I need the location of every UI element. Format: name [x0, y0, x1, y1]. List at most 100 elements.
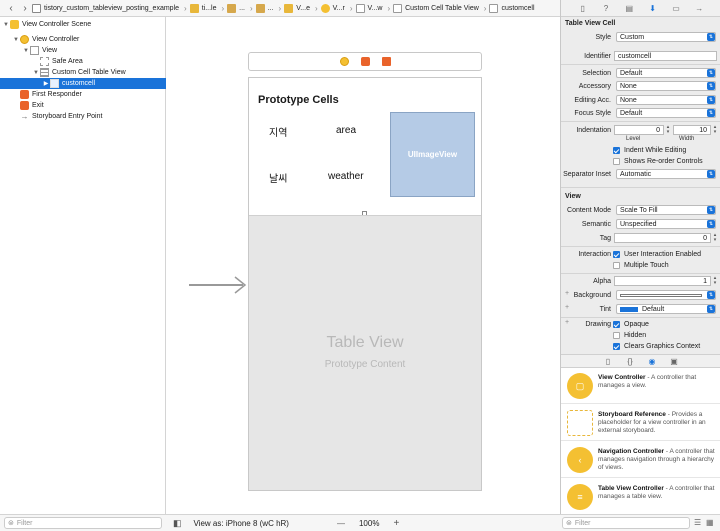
quick-help-icon[interactable]: ?	[601, 3, 611, 13]
plus-icon[interactable]: +	[565, 319, 569, 326]
jumpbar-item-scene[interactable]: V...e	[284, 3, 310, 13]
storyboard-canvas[interactable]: Prototype Cells 지역 area 날씨 weather UIIma…	[167, 17, 559, 514]
zoom-out-button[interactable]: —	[337, 519, 345, 528]
identity-inspector-icon[interactable]: ▤	[624, 3, 634, 13]
disclosure-triangle-icon[interactable]: ▼	[22, 48, 30, 54]
indent-while-editing-checkbox[interactable]: Indent While Editing	[613, 145, 713, 156]
tag-field[interactable]: 0	[614, 233, 711, 243]
scene-icon	[10, 20, 19, 29]
region-label-en[interactable]: area	[336, 125, 356, 136]
jumpbar-item-view-controller[interactable]: V...r	[320, 3, 345, 13]
tint-popup[interactable]: Default ⇅	[616, 304, 716, 314]
jumpbar-item-storyboard-base[interactable]: ...	[255, 3, 274, 13]
safe-area-icon	[40, 57, 49, 66]
width-stepper[interactable]: ▴ ▾	[712, 125, 718, 135]
editing-acc-label: Editing Acc.	[574, 97, 611, 104]
weather-label-ko[interactable]: 날씨	[269, 170, 287, 185]
hidden-checkbox[interactable]: Hidden	[613, 330, 713, 341]
grid-view-icon[interactable]: ▦	[706, 518, 714, 527]
background-color-popup[interactable]: ⇅	[616, 290, 716, 300]
disclosure-triangle-icon[interactable]: ▶	[42, 80, 50, 87]
opaque-checkbox[interactable]: Opaque	[613, 319, 713, 330]
jumpbar-item-view[interactable]: V...w	[355, 3, 382, 13]
object-library-icon[interactable]: ◉	[647, 356, 657, 366]
image-view[interactable]: UIImageView	[390, 112, 475, 197]
user-interaction-checkbox[interactable]: User Interaction Enabled	[613, 249, 713, 260]
jumpbar-item-folder[interactable]: ti...le	[189, 3, 217, 13]
outline-row-entry-point[interactable]: → Storyboard Entry Point	[0, 111, 166, 122]
plus-icon[interactable]: +	[565, 290, 569, 297]
content-mode-popup[interactable]: Scale To Fill ⇅	[616, 205, 716, 215]
table-view-area[interactable]: Table View Prototype Content	[249, 215, 481, 490]
disclosure-triangle-icon[interactable]: ▼	[2, 22, 10, 28]
code-snippet-icon[interactable]: {}	[625, 356, 635, 366]
view-as-button[interactable]: View as: iPhone 8 (wC hR)	[194, 519, 289, 528]
toggle-outline-icon[interactable]: ◧	[173, 518, 182, 529]
jumpbar-item-storyboard[interactable]: ...	[227, 3, 245, 13]
view-controller-icon[interactable]	[339, 57, 349, 66]
multiple-touch-checkbox[interactable]: Multiple Touch	[613, 260, 713, 271]
focus-style-label: Focus Style	[574, 110, 611, 117]
plus-icon[interactable]: +	[565, 304, 569, 311]
identifier-field[interactable]: customcell	[614, 51, 717, 61]
outline-row-scene[interactable]: ▼ View Controller Scene	[0, 19, 166, 30]
tint-row: + Tint Default ⇅	[561, 304, 720, 315]
tag-stepper[interactable]: ▴ ▾	[712, 233, 718, 243]
outline-row-customcell[interactable]: ▶ customcell	[0, 78, 166, 89]
forward-icon[interactable]: ›	[18, 1, 32, 15]
semantic-popup[interactable]: Unspecified ⇅	[616, 219, 716, 229]
style-popup[interactable]: Custom ⇅	[616, 32, 716, 42]
outline-row-view-controller[interactable]: ▼ View Controller	[0, 34, 166, 45]
outline-row-view[interactable]: ▼ View	[0, 45, 166, 56]
library-item-title: Navigation Controller	[598, 448, 665, 455]
content-mode-value: Scale To Fill	[620, 207, 658, 214]
weather-label-en[interactable]: weather	[328, 171, 364, 182]
library-filter-field[interactable]: ⊜ Filter	[562, 517, 690, 529]
accessory-value: None	[620, 83, 637, 90]
library-item-navigation-controller[interactable]: ‹ Navigation Controller - A controller t…	[561, 442, 720, 478]
disclosure-triangle-icon[interactable]: ▼	[12, 37, 20, 43]
separator-popup[interactable]: Automatic ⇅	[616, 169, 716, 179]
tint-color-swatch	[620, 307, 638, 312]
region-label-ko[interactable]: 지역	[269, 124, 287, 139]
library-item-storyboard-reference[interactable]: Storyboard Reference - Provides a placeh…	[561, 405, 720, 441]
jumpbar-item-table-view[interactable]: Custom Cell Table View	[393, 3, 479, 13]
jumpbar-item-project[interactable]: tistory_custom_tableview_posting_example	[32, 3, 179, 13]
view-controller-frame[interactable]: Prototype Cells 지역 area 날씨 weather UIIma…	[248, 77, 482, 491]
exit-icon[interactable]	[381, 57, 391, 66]
file-template-icon[interactable]: ▯	[603, 356, 613, 366]
back-icon[interactable]: ‹	[4, 1, 18, 15]
selection-popup[interactable]: Default ⇅	[616, 68, 716, 78]
alpha-field[interactable]: 1	[614, 276, 711, 286]
storyboard-entry-arrow-icon[interactable]	[189, 275, 247, 295]
outline-row-table-view[interactable]: ▼ Custom Cell Table View	[0, 67, 166, 78]
shows-reorder-checkbox[interactable]: Shows Re-order Controls	[613, 156, 713, 167]
focus-style-popup[interactable]: Default ⇅	[616, 108, 716, 118]
outline-filter-field[interactable]: ⊜ Filter	[4, 517, 162, 529]
accessory-popup[interactable]: None ⇅	[616, 81, 716, 91]
indent-width-field[interactable]: 10	[673, 125, 711, 135]
clears-graphics-checkbox[interactable]: Clears Graphics Context	[613, 341, 713, 352]
library-item-table-view-controller[interactable]: ≡ Table View Controller - A controller t…	[561, 479, 720, 514]
list-view-icon[interactable]: ☰	[694, 518, 701, 527]
outline-row-first-responder[interactable]: First Responder	[0, 89, 166, 100]
outline-row-safe-area[interactable]: Safe Area	[0, 56, 166, 67]
separator-value: Automatic	[620, 171, 652, 178]
connections-inspector-icon[interactable]: →	[694, 3, 704, 13]
indent-level-field[interactable]: 0	[614, 125, 664, 135]
outline-row-label: View Controller	[32, 36, 80, 43]
attributes-inspector-icon[interactable]: ⬇	[648, 3, 658, 13]
jumpbar-item-cell[interactable]: customcell	[489, 3, 535, 13]
disclosure-triangle-icon[interactable]: ▼	[32, 70, 40, 76]
editing-acc-popup[interactable]: None ⇅	[616, 95, 716, 105]
level-stepper[interactable]: ▴ ▾	[665, 125, 671, 135]
library-item-view-controller[interactable]: ▢ View Controller - A controller that ma…	[561, 368, 720, 404]
zoom-level[interactable]: 100%	[359, 519, 379, 528]
outline-row-exit[interactable]: Exit	[0, 100, 166, 111]
first-responder-icon[interactable]	[360, 57, 370, 66]
alpha-stepper[interactable]: ▴ ▾	[712, 276, 718, 286]
size-inspector-icon[interactable]: ▭	[671, 3, 681, 13]
file-inspector-icon[interactable]: ▯	[578, 3, 588, 13]
media-library-icon[interactable]: ▣	[669, 356, 679, 366]
zoom-in-button[interactable]: +	[393, 518, 399, 529]
